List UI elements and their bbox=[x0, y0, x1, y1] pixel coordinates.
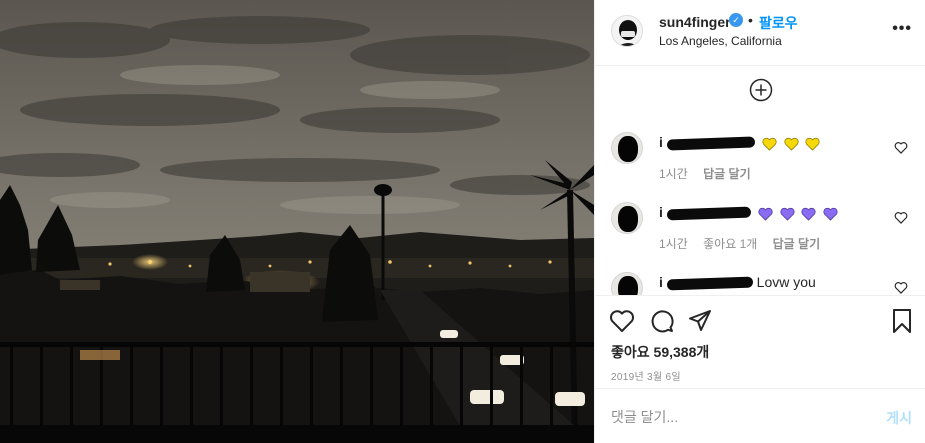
redacted-scribble bbox=[666, 206, 751, 221]
verified-badge-icon: ✓ bbox=[729, 13, 743, 27]
comment-item: i 1시간 좋아요 1개 답글 달기 bbox=[595, 199, 925, 269]
comment-item: i 1시간 답글 달기 bbox=[595, 129, 925, 199]
post-photo[interactable] bbox=[0, 0, 594, 443]
add-comment-bar: 게시 bbox=[595, 388, 925, 443]
night-city-photo bbox=[0, 0, 594, 443]
reply-button[interactable]: 답글 달기 bbox=[703, 167, 751, 181]
comment-meta: 1시간 좋아요 1개 답글 달기 bbox=[659, 235, 832, 252]
yellow-heart-icon bbox=[805, 138, 820, 152]
post-location[interactable]: Los Angeles, California bbox=[659, 34, 782, 48]
comment-text: i bbox=[659, 134, 820, 152]
heart-outline-icon[interactable] bbox=[609, 308, 635, 334]
share-icon[interactable] bbox=[687, 308, 713, 334]
comment-text: i bbox=[659, 204, 838, 222]
plus-circle-icon[interactable] bbox=[749, 78, 773, 102]
comment-icon[interactable] bbox=[649, 308, 675, 334]
commenter-avatar[interactable] bbox=[611, 132, 643, 164]
follow-button[interactable]: 팔로우 bbox=[759, 13, 798, 33]
purple-heart-icon bbox=[801, 208, 816, 222]
post-header: sun4finger ✓ • 팔로우 Los Angeles, Californ… bbox=[595, 0, 925, 66]
reply-button[interactable]: 답글 달기 bbox=[773, 237, 821, 251]
commenter-avatar[interactable] bbox=[611, 272, 643, 295]
comments-list[interactable]: i 1시간 답글 달기 i 1시간 좋아요 1개 답글 달기 i Lovw yo… bbox=[595, 67, 925, 295]
purple-heart-icon bbox=[823, 208, 838, 222]
redacted-scribble bbox=[666, 136, 755, 151]
yellow-heart-icon bbox=[784, 138, 799, 152]
purple-heart-icon bbox=[780, 208, 795, 222]
comment-time[interactable]: 1시간 bbox=[659, 237, 688, 251]
redacted-scribble bbox=[666, 276, 753, 291]
avatar-image bbox=[612, 16, 642, 46]
post-comment-button[interactable]: 게시 bbox=[886, 408, 912, 428]
comment-like-icon[interactable] bbox=[894, 211, 908, 224]
post-date[interactable]: 2019년 3월 6일 bbox=[611, 368, 681, 383]
post-side-panel: sun4finger ✓ • 팔로우 Los Angeles, Californ… bbox=[594, 0, 925, 443]
comment-body: Lovw you bbox=[756, 274, 816, 290]
bookmark-icon[interactable] bbox=[889, 308, 915, 334]
comment-input[interactable] bbox=[611, 406, 861, 428]
author-avatar[interactable] bbox=[611, 15, 643, 47]
comment-time[interactable]: 1시간 bbox=[659, 167, 688, 181]
comment-meta: 1시간 답글 달기 bbox=[659, 165, 763, 182]
comment-like-icon[interactable] bbox=[894, 281, 908, 294]
post-modal: sun4finger ✓ • 팔로우 Los Angeles, Californ… bbox=[0, 0, 925, 443]
comment-text: i Lovw you bbox=[659, 274, 816, 292]
yellow-heart-icon bbox=[762, 138, 777, 152]
author-username[interactable]: sun4finger bbox=[659, 14, 731, 30]
comment-like-icon[interactable] bbox=[894, 141, 908, 154]
comment-username[interactable]: i bbox=[659, 274, 663, 290]
commenter-avatar[interactable] bbox=[611, 202, 643, 234]
comment-item: i Lovw you bbox=[595, 269, 925, 295]
more-options-icon[interactable]: ••• bbox=[892, 20, 912, 38]
comment-username[interactable]: i bbox=[659, 204, 663, 220]
header-separator: • bbox=[748, 12, 753, 28]
purple-heart-icon bbox=[758, 208, 773, 222]
post-actions: 좋아요 59,388개 2019년 3월 6일 bbox=[595, 295, 925, 388]
comment-username[interactable]: i bbox=[659, 134, 663, 150]
comment-hearts bbox=[759, 135, 821, 152]
comment-hearts bbox=[755, 205, 839, 222]
comment-likes-count[interactable]: 좋아요 1개 bbox=[703, 237, 757, 251]
likes-count[interactable]: 좋아요 59,388개 bbox=[611, 342, 709, 362]
